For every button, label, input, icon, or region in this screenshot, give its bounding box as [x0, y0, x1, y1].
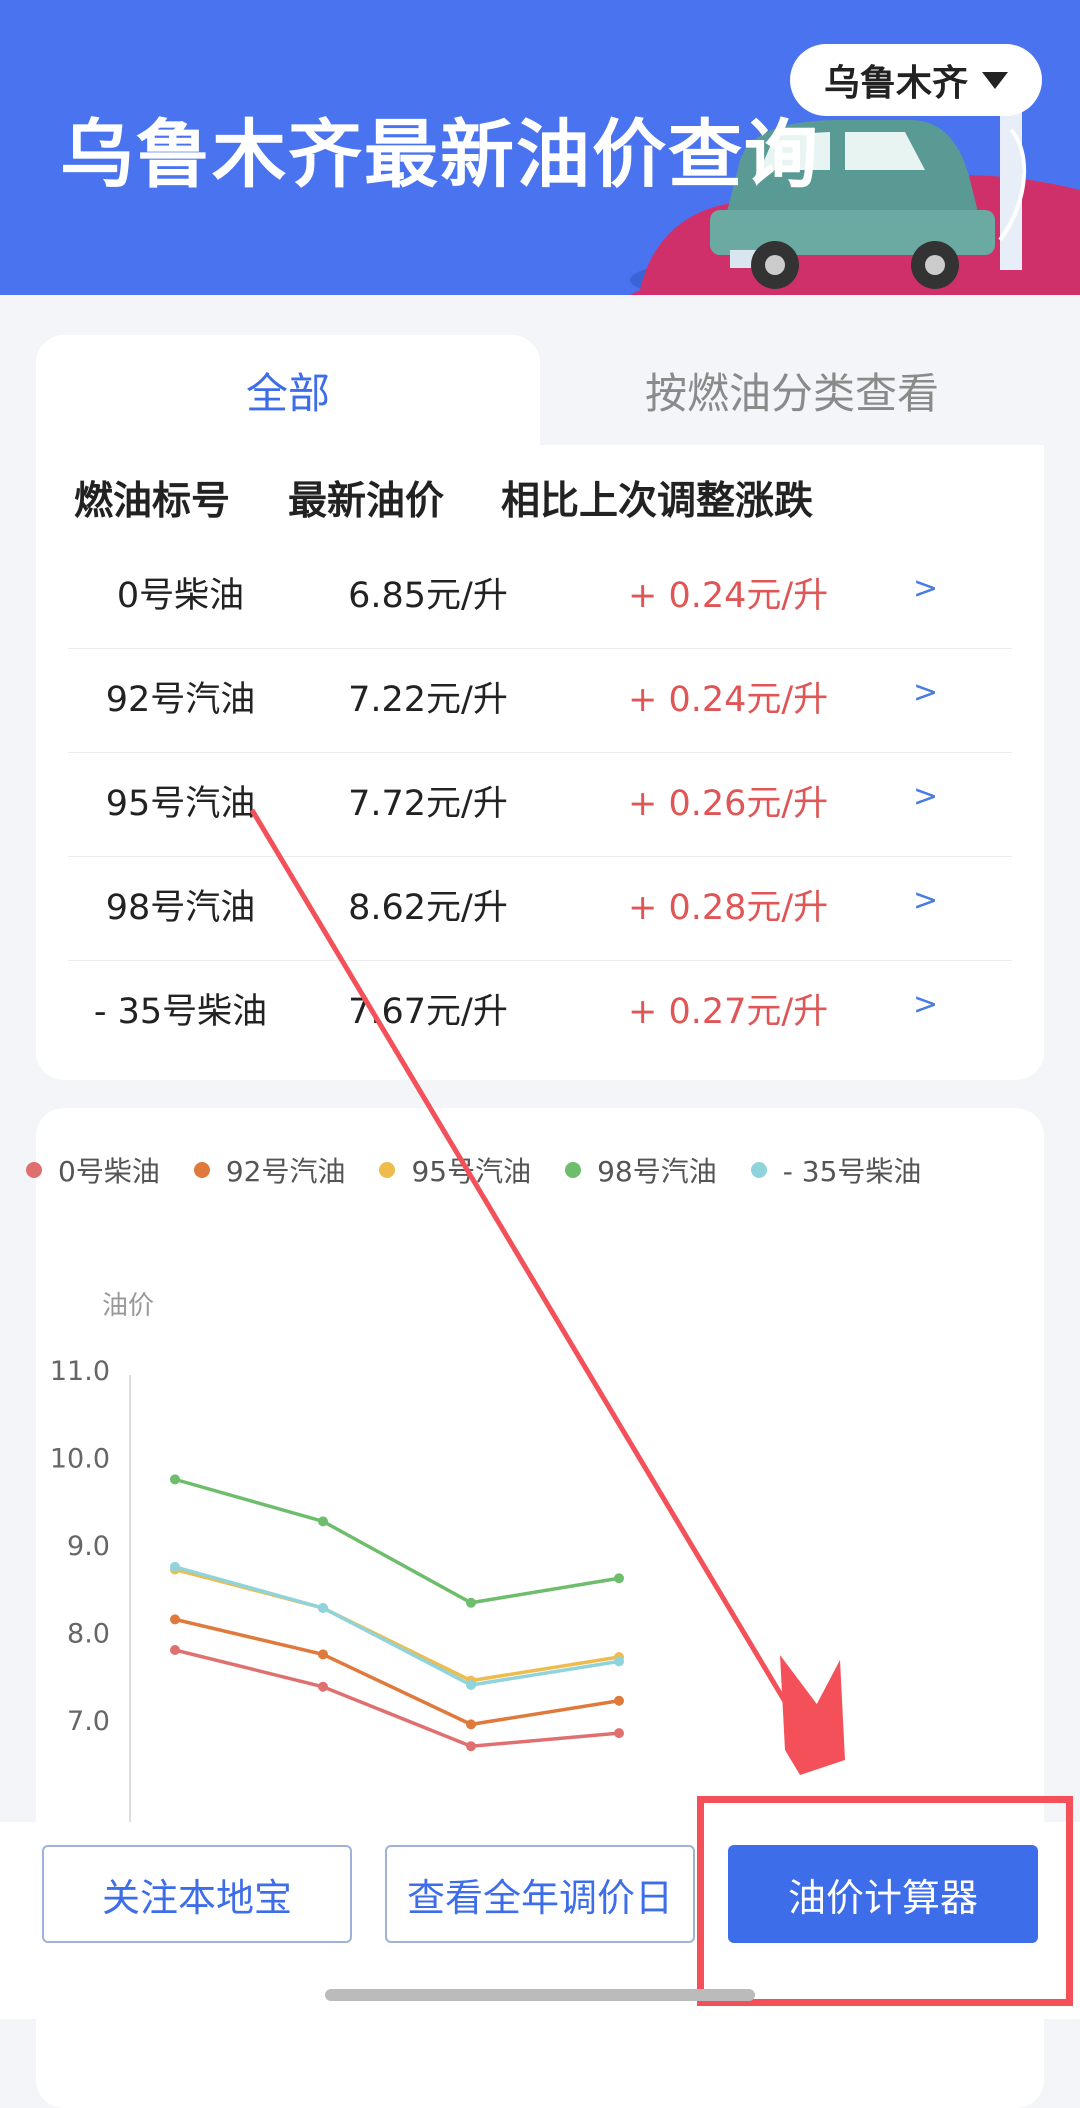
series-line	[174, 1648, 620, 1749]
fuel-name: 92号汽油	[105, 680, 256, 720]
legend-dot-icon	[750, 1162, 767, 1178]
price-change: + 0.24元/升	[628, 680, 829, 720]
chart-legend: 0号柴油 92号汽油 95号汽油 98号汽油 - 35号柴油	[26, 1150, 921, 1190]
price-calendar-button[interactable]: 查看全年调价日	[385, 1845, 695, 1943]
data-point[interactable]	[466, 1741, 476, 1752]
table-row[interactable]: 95号汽油 7.72元/升 + 0.26元/升 >	[68, 753, 1012, 857]
fuel-price: 6.85元/升	[348, 576, 508, 616]
dropdown-triangle-icon	[982, 71, 1008, 89]
data-point[interactable]	[614, 1695, 624, 1706]
home-indicator	[325, 1989, 755, 2001]
y-tick-label: 7.0	[67, 1706, 110, 1737]
data-point[interactable]	[170, 1614, 180, 1625]
data-point[interactable]	[466, 1680, 476, 1690]
table-header: 燃油标号 最新油价 相比上次调整涨跌	[36, 470, 1044, 540]
fuel-name: 98号汽油	[105, 888, 256, 928]
col-fuel-grade: 燃油标号	[74, 479, 231, 524]
data-point[interactable]	[318, 1516, 328, 1527]
data-point[interactable]	[466, 1719, 476, 1730]
fuel-price: 7.67元/升	[348, 992, 508, 1032]
legend-label: 0号柴油	[58, 1155, 160, 1188]
legend-item[interactable]: 0号柴油	[26, 1150, 160, 1190]
fuel-name: 95号汽油	[105, 784, 256, 824]
chevron-right-icon[interactable]: >	[913, 883, 938, 918]
chevron-right-icon[interactable]: >	[913, 675, 938, 710]
fuel-price: 7.22元/升	[348, 680, 508, 720]
chevron-right-icon[interactable]: >	[913, 987, 938, 1022]
price-change: + 0.26元/升	[628, 784, 829, 824]
data-point[interactable]	[614, 1656, 624, 1667]
fuel-name: - 35号柴油	[93, 992, 268, 1032]
city-label: 乌鲁木齐	[823, 63, 968, 104]
follow-button[interactable]: 关注本地宝	[42, 1845, 352, 1943]
price-card: 全部 按燃油分类查看 燃油标号 最新油价 相比上次调整涨跌 0号柴油 6.85元…	[36, 335, 1044, 1080]
page-title: 乌鲁木齐最新油价查询	[60, 112, 820, 198]
legend-label: 92号汽油	[225, 1155, 346, 1188]
fuel-price: 7.72元/升	[348, 784, 508, 824]
col-change: 相比上次调整涨跌	[501, 479, 814, 524]
data-point[interactable]	[466, 1597, 476, 1608]
legend-item[interactable]: 95号汽油	[379, 1150, 531, 1190]
y-tick-label: 8.0	[67, 1619, 110, 1650]
legend-label: 98号汽油	[597, 1155, 717, 1188]
legend-label: 95号汽油	[411, 1155, 532, 1188]
fuel-name: 0号柴油	[116, 576, 245, 616]
y-ticks: 11.0 10.0 9.0 8.0 7.0	[50, 1356, 110, 1737]
price-line-chart: 油价 11.0 10.0 9.0 8.0 7.0	[50, 1291, 624, 1830]
chevron-right-icon[interactable]: >	[913, 571, 938, 606]
legend-dot-icon	[379, 1162, 396, 1178]
legend-label: - 35号柴油	[782, 1155, 922, 1188]
price-table: 0号柴油 6.85元/升 + 0.24元/升 > 92号汽油 7.22元/升 +…	[68, 545, 1012, 1064]
table-row[interactable]: 98号汽油 8.62元/升 + 0.28元/升 >	[68, 857, 1012, 961]
legend-dot-icon	[193, 1162, 210, 1178]
table-row[interactable]: - 35号柴油 7.67元/升 + 0.27元/升 >	[68, 961, 1012, 1064]
legend-item[interactable]: 98号汽油	[565, 1150, 717, 1190]
table-row[interactable]: 0号柴油 6.85元/升 + 0.24元/升 >	[68, 545, 1012, 649]
data-point[interactable]	[318, 1603, 328, 1613]
table-row[interactable]: 92号汽油 7.22元/升 + 0.24元/升 >	[68, 649, 1012, 753]
legend-item[interactable]: 92号汽油	[193, 1150, 346, 1190]
tab-bar: 全部 按燃油分类查看	[36, 335, 1044, 445]
city-selector[interactable]: 乌鲁木齐	[789, 44, 1042, 116]
col-latest-price: 最新油价	[288, 479, 445, 524]
data-point[interactable]	[614, 1573, 624, 1584]
price-change: + 0.27元/升	[628, 992, 829, 1032]
y-axis-label: 油价	[102, 1291, 154, 1321]
fuel-price: 8.62元/升	[348, 888, 508, 928]
y-tick-label: 9.0	[67, 1531, 110, 1562]
data-point[interactable]	[318, 1649, 328, 1660]
data-point[interactable]	[170, 1561, 180, 1572]
legend-item[interactable]: - 35号柴油	[750, 1150, 922, 1190]
data-point[interactable]	[614, 1728, 624, 1739]
chevron-right-icon[interactable]: >	[913, 779, 938, 814]
y-tick-label: 11.0	[50, 1356, 110, 1387]
data-point[interactable]	[170, 1645, 180, 1655]
data-point[interactable]	[318, 1681, 328, 1692]
y-tick-label: 10.0	[50, 1444, 110, 1475]
highlight-box	[697, 1796, 1073, 2006]
tab-all[interactable]: 全部	[36, 335, 540, 445]
price-change: + 0.24元/升	[628, 576, 829, 616]
legend-dot-icon	[26, 1162, 42, 1178]
data-point[interactable]	[170, 1474, 180, 1485]
tab-by-fuel-type[interactable]: 按燃油分类查看	[540, 335, 1044, 445]
price-change: + 0.28元/升	[628, 888, 829, 928]
chart-series	[170, 1474, 624, 1752]
legend-dot-icon	[565, 1162, 582, 1178]
